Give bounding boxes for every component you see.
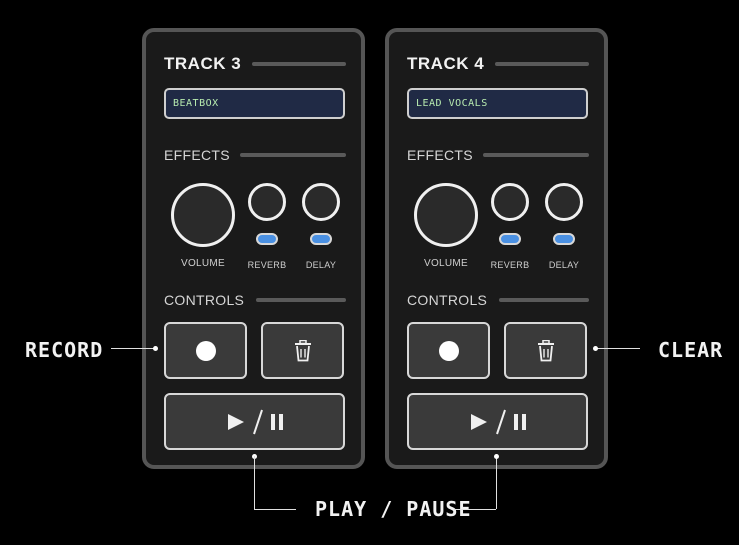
clear-button[interactable] — [504, 322, 587, 379]
pause-icon — [513, 413, 526, 430]
trash-icon — [294, 339, 311, 361]
volume-label: VOLUME — [180, 258, 226, 269]
reverb-toggle[interactable] — [499, 233, 521, 245]
volume-knob[interactable] — [414, 183, 478, 247]
reverb-knob[interactable] — [491, 183, 529, 221]
track-title: TRACK 4 — [407, 54, 485, 73]
track-title: TRACK 3 — [164, 54, 242, 73]
clear-callout-label: CLEAR — [658, 338, 724, 362]
title-divider — [252, 62, 346, 66]
delay-knob[interactable] — [545, 183, 583, 221]
clear-callout-line — [597, 348, 640, 349]
pause-icon — [270, 413, 283, 430]
record-callout-line — [111, 348, 155, 349]
title-divider — [495, 62, 589, 66]
clear-button[interactable] — [261, 322, 344, 379]
play-pause-button[interactable] — [407, 393, 588, 450]
reverb-toggle[interactable] — [256, 233, 278, 245]
controls-divider — [256, 298, 346, 302]
play-callout-line-right-horizontal — [454, 509, 496, 510]
record-dot-icon — [195, 340, 216, 361]
effects-label: EFFECTS — [164, 147, 230, 163]
trash-icon — [537, 339, 554, 361]
record-callout-dot — [153, 346, 158, 351]
record-button[interactable] — [164, 322, 247, 379]
play-callout-line-left-vertical — [254, 456, 255, 509]
volume-label: VOLUME — [423, 258, 469, 269]
play-icon — [227, 413, 244, 430]
reverb-knob[interactable] — [248, 183, 286, 221]
effects-label: EFFECTS — [407, 147, 473, 163]
effects-divider — [240, 153, 346, 157]
track-name-field[interactable]: LEAD VOCALS — [407, 88, 588, 119]
clear-callout-dot — [593, 346, 598, 351]
controls-divider — [499, 298, 589, 302]
volume-knob[interactable] — [171, 183, 235, 247]
slash-icon — [252, 409, 263, 434]
play-pause-button[interactable] — [164, 393, 345, 450]
record-button[interactable] — [407, 322, 490, 379]
delay-knob[interactable] — [302, 183, 340, 221]
delay-toggle[interactable] — [553, 233, 575, 245]
reverb-label: REVERB — [247, 260, 287, 270]
play-pause-callout-label: PLAY / PAUSE — [315, 497, 472, 521]
track-panel-4: TRACK 4 LEAD VOCALS EFFECTS VOLUME REVER… — [385, 28, 608, 469]
effects-divider — [483, 153, 589, 157]
slash-icon — [495, 409, 506, 434]
play-callout-line-right-vertical — [496, 456, 497, 509]
delay-label: DELAY — [548, 260, 580, 270]
track-panel-3: TRACK 3 BEATBOX EFFECTS VOLUME REVERB DE… — [142, 28, 365, 469]
play-callout-dot-right — [494, 454, 499, 459]
record-callout-label: RECORD — [25, 338, 104, 362]
controls-label: CONTROLS — [407, 292, 488, 308]
delay-label: DELAY — [305, 260, 337, 270]
play-icon — [470, 413, 487, 430]
track-name-field[interactable]: BEATBOX — [164, 88, 345, 119]
play-callout-line-left-horizontal — [254, 509, 296, 510]
reverb-label: REVERB — [490, 260, 530, 270]
controls-label: CONTROLS — [164, 292, 245, 308]
delay-toggle[interactable] — [310, 233, 332, 245]
record-dot-icon — [438, 340, 459, 361]
